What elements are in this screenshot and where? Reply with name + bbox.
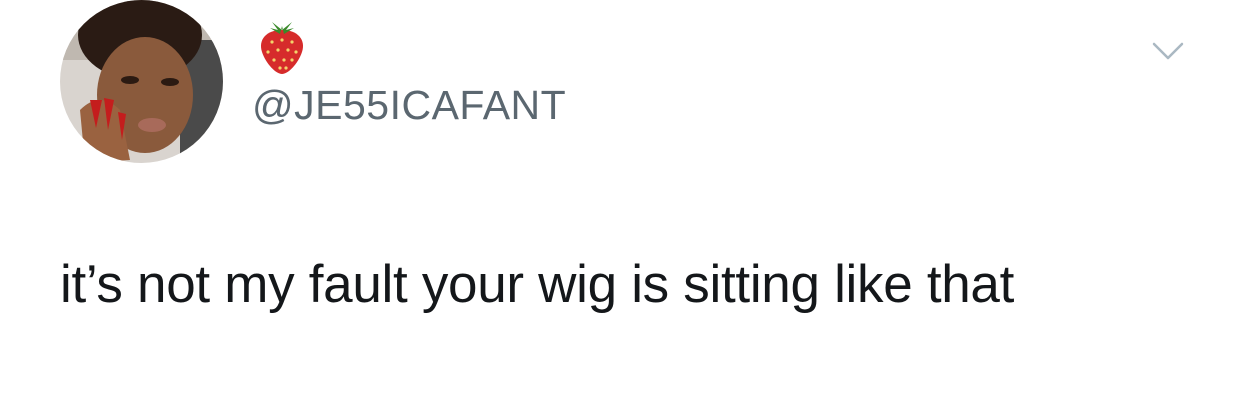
strawberry-emoji-icon [252, 16, 312, 76]
avatar-photo [60, 0, 223, 163]
chevron-down-icon[interactable] [1148, 36, 1188, 66]
avatar[interactable] [60, 0, 223, 163]
tweet-text: it’s not my fault your wig is sitting li… [60, 255, 1015, 314]
tweet: @JE55ICAFANT it’s not my fault your wig … [0, 0, 1241, 413]
user-handle[interactable]: @JE55ICAFANT [252, 82, 566, 129]
